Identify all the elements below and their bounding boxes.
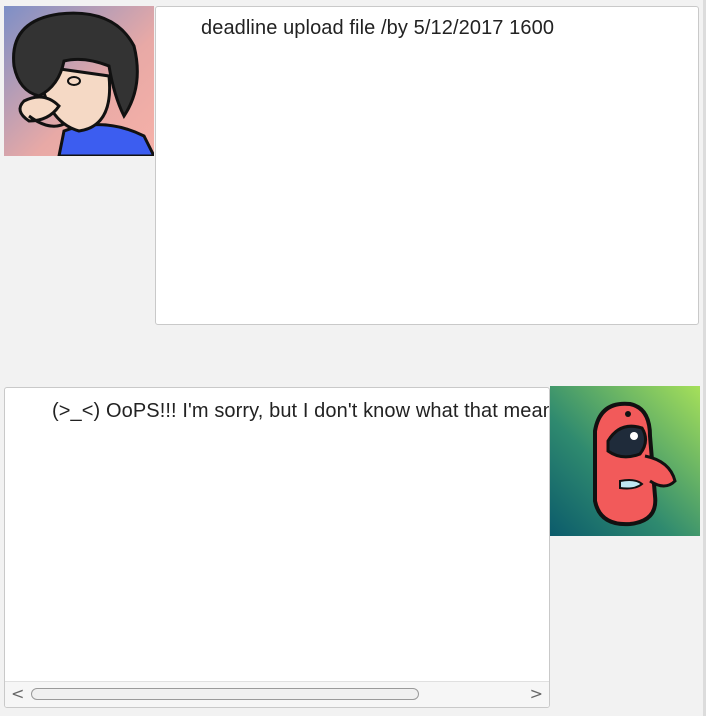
scrollbar-thumb[interactable] <box>31 688 419 700</box>
user-message-bubble: deadline upload file /by 5/12/2017 1600 <box>155 6 699 325</box>
user-message-text: deadline upload file /by 5/12/2017 1600 <box>201 17 555 39</box>
bot-message-text: (>_<) OoPS!!! I'm sorry, but I don't kno… <box>52 400 550 422</box>
user-avatar-image <box>4 6 154 156</box>
horizontal-scrollbar[interactable]: < > <box>5 681 549 707</box>
bot-avatar-image <box>550 386 700 536</box>
scrollbar-track[interactable] <box>29 688 525 700</box>
user-avatar <box>4 6 154 156</box>
scroll-right-arrow-icon[interactable]: > <box>530 685 543 703</box>
scroll-left-arrow-icon[interactable]: < <box>11 685 24 703</box>
bot-message-bubble[interactable]: (>_<) OoPS!!! I'm sorry, but I don't kno… <box>4 387 550 708</box>
bot-avatar <box>550 386 700 536</box>
